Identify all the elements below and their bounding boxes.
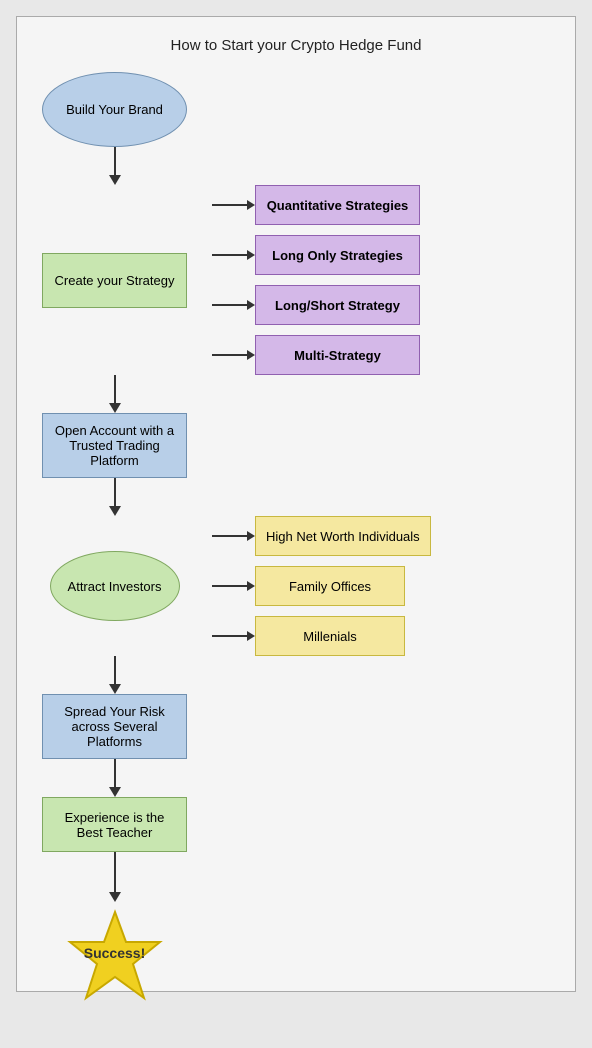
arrow-6 [109,852,121,902]
investor-box-1: High Net Worth Individuals [255,516,431,556]
strategy-branch-3: Long/Short Strategy [212,285,420,325]
build-brand-col: Build Your Brand [27,72,202,147]
arrow-5 [109,759,121,797]
success-star-container: Success! [65,907,165,961]
spread-risk-node: Spread Your Risk across Several Platform… [42,694,187,759]
strategy-branch-4: Multi-Strategy [212,335,420,375]
build-brand-node: Build Your Brand [42,72,187,147]
strategy-box-3: Long/Short Strategy [255,285,420,325]
arrow-3 [109,478,121,516]
diagram-container: How to Start your Crypto Hedge Fund Buil… [16,16,576,992]
create-strategy-node: Create your Strategy [42,253,187,308]
strategy-box-2: Long Only Strategies [255,235,420,275]
experience-col: Experience is the Best Teacher [27,797,202,852]
investor-box-3: Millenials [255,616,405,656]
arrow-1 [109,147,121,185]
strategy-branch-2: Long Only Strategies [212,235,420,275]
open-account-col: Open Account with a Trusted Trading Plat… [27,413,202,478]
success-col: Success! [27,902,202,961]
diagram-title: How to Start your Crypto Hedge Fund [171,37,422,54]
arrow-2 [109,375,121,413]
investor-box-2: Family Offices [255,566,405,606]
strategy-box-1: Quantitative Strategies [255,185,420,225]
investor-branch-1: High Net Worth Individuals [212,516,431,556]
investor-branch-3: Millenials [212,616,431,656]
strategy-box-4: Multi-Strategy [255,335,420,375]
spread-risk-col: Spread Your Risk across Several Platform… [27,694,202,759]
strategy-branch-1: Quantitative Strategies [212,185,420,225]
create-strategy-col: Create your Strategy [27,253,202,308]
attract-investors-col: Attract Investors [27,551,202,621]
attract-investors-node: Attract Investors [50,551,180,621]
flow-column: Build Your Brand Create your Strategy [27,72,565,961]
success-label: Success! [84,945,145,961]
arrow-4 [109,656,121,694]
experience-node: Experience is the Best Teacher [42,797,187,852]
investor-branch-2: Family Offices [212,566,431,606]
open-account-node: Open Account with a Trusted Trading Plat… [42,413,187,478]
